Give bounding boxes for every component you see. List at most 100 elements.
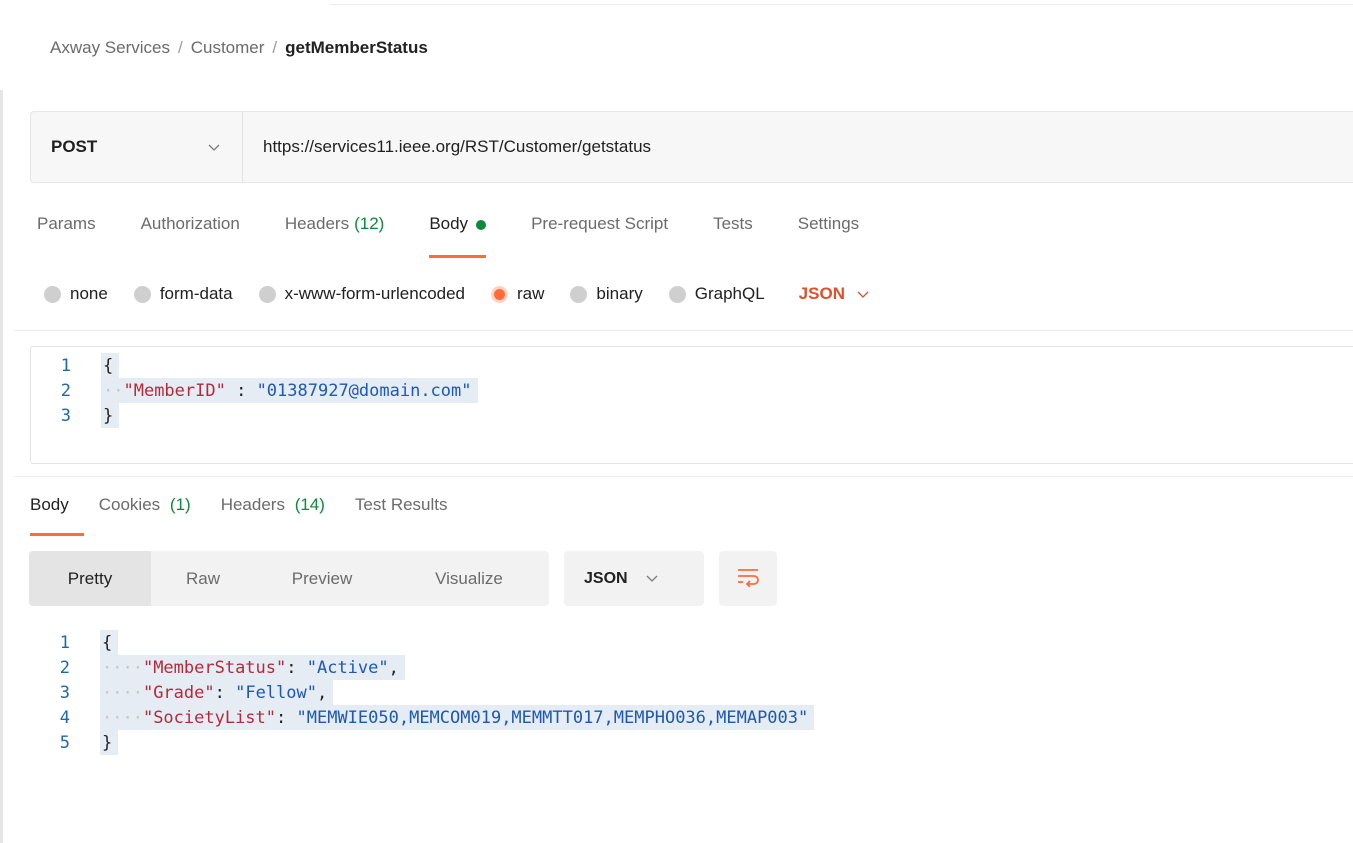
json-comma: ,: [388, 657, 399, 678]
dot-icon: [476, 220, 487, 230]
response-format-select[interactable]: JSON: [564, 551, 704, 606]
code-line: 1 {: [30, 630, 1330, 655]
json-key: "MemberID": [123, 380, 226, 401]
chevron-down-icon: [208, 140, 220, 155]
radio-label: x-www-form-urlencoded: [284, 284, 466, 303]
view-pretty-button[interactable]: Pretty: [29, 551, 151, 606]
tab-params[interactable]: Params: [37, 214, 96, 258]
radio-graphql[interactable]: GraphQL: [668, 284, 765, 304]
code-text: {: [101, 353, 120, 378]
breadcrumb-item-workspace[interactable]: Axway Services: [50, 38, 170, 58]
radio-icon: [133, 285, 151, 303]
code-line: 2 ·· "MemberID" : "01387927@domain.com": [31, 378, 1353, 403]
response-body-viewer[interactable]: 1 { 2 ···· "MemberStatus": "Active", 3 ··…: [30, 630, 1330, 755]
code-text: ·· "MemberID" : "01387927@domain.com": [101, 378, 478, 403]
view-visualize-button[interactable]: Visualize: [389, 551, 549, 606]
breadcrumb: Axway Services / Customer / getMemberSta…: [50, 38, 428, 58]
radio-label: none: [70, 284, 108, 303]
tab-label: Pre-request Script: [531, 214, 669, 233]
code-text: {: [100, 630, 119, 655]
tab-response-headers[interactable]: Headers (14): [221, 495, 325, 536]
tab-label: Body: [30, 495, 69, 514]
tab-test-results[interactable]: Test Results: [355, 495, 448, 536]
radio-icon: [44, 285, 61, 303]
radio-icon: [668, 285, 686, 303]
sidebar-edge: [0, 90, 4, 843]
radio-none[interactable]: none: [44, 284, 108, 304]
section-divider: [14, 476, 1353, 477]
tab-label: Headers: [284, 214, 350, 233]
tab-cookies[interactable]: Cookies (1): [99, 495, 191, 536]
radio-raw[interactable]: raw: [491, 284, 544, 304]
tab-label: Settings: [797, 214, 860, 233]
line-number: 3: [60, 405, 71, 426]
code-text: ···· "MemberStatus": "Active",: [100, 655, 405, 680]
view-preview-button[interactable]: Preview: [255, 551, 389, 606]
json-separator: :: [225, 380, 257, 401]
radio-icon: [570, 285, 588, 303]
body-language-select[interactable]: JSON: [799, 284, 869, 304]
code-line: 2 ···· "MemberStatus": "Active",: [30, 655, 1330, 680]
radio-label: raw: [517, 284, 545, 303]
tab-label: Params: [37, 214, 96, 233]
tab-headers[interactable]: Headers (12): [285, 214, 385, 258]
tab-tests[interactable]: Tests: [713, 214, 753, 258]
method-select[interactable]: POST: [31, 112, 243, 182]
radio-label: binary: [596, 284, 643, 303]
indent-guide: ····: [102, 707, 143, 728]
json-colon: :: [276, 707, 297, 728]
breadcrumb-item-folder[interactable]: Customer: [191, 38, 265, 58]
request-tabs: Params Authorization Headers (12) Body P…: [37, 214, 904, 258]
brace: {: [102, 632, 113, 653]
section-divider: [14, 330, 1353, 331]
request-name[interactable]: getMemberStatus: [285, 38, 428, 58]
tab-label: Test Results: [354, 495, 448, 514]
code-text: }: [100, 730, 119, 755]
tab-body[interactable]: Body: [429, 214, 487, 258]
json-value: "01387927@domain.com": [256, 380, 472, 401]
radio-label: form-data: [159, 284, 233, 303]
line-number: 3: [59, 682, 70, 703]
brace: }: [103, 405, 114, 426]
indent-guide: ··: [103, 380, 124, 401]
tab-response-body[interactable]: Body: [30, 495, 84, 536]
code-line: 5 }: [30, 730, 1330, 755]
tab-pre-request-script[interactable]: Pre-request Script: [531, 214, 668, 258]
indent-guide: ····: [102, 682, 143, 703]
cookies-count: (1): [169, 495, 191, 514]
tab-label: Tests: [713, 214, 753, 233]
brace: }: [102, 732, 113, 753]
url-input[interactable]: https://services11.ieee.org/RST/Customer…: [243, 112, 1353, 182]
json-colon: :: [286, 657, 307, 678]
line-number: 2: [59, 657, 70, 678]
radio-icon: [258, 285, 276, 303]
response-tabs: Body Cookies (1) Headers (14) Test Resul…: [30, 495, 478, 536]
code-line: 4 ···· "SocietyList": "MEMWIE050,MEMCOM01…: [30, 705, 1330, 730]
code-line: 1 {: [31, 353, 1353, 378]
radio-selected-icon: [491, 285, 509, 303]
code-text: }: [101, 403, 120, 428]
request-body-editor[interactable]: 1 { 2 ·· "MemberID" : "01387927@domain.co…: [30, 346, 1353, 464]
radio-form-data[interactable]: form-data: [133, 284, 233, 304]
radio-binary[interactable]: binary: [570, 284, 643, 304]
tab-label: Authorization: [140, 214, 240, 233]
radio-label: GraphQL: [694, 284, 765, 303]
indent-guide: ····: [102, 657, 143, 678]
wrap-lines-button[interactable]: [719, 551, 777, 606]
wrap-lines-icon: [735, 565, 761, 592]
tab-label: Body: [429, 214, 469, 233]
json-comma: ,: [316, 682, 328, 703]
code-text: ···· "SocietyList": "MEMWIE050,MEMCOM019,…: [100, 705, 815, 730]
json-value: "MEMWIE050,MEMCOM019,MEMMTT017,MEMPHO036…: [296, 707, 809, 728]
line-number: 5: [59, 732, 70, 753]
line-number: 2: [60, 380, 71, 401]
json-colon: :: [214, 682, 236, 703]
tab-authorization[interactable]: Authorization: [141, 214, 240, 258]
tab-settings[interactable]: Settings: [798, 214, 859, 258]
json-key: "SocietyList": [142, 707, 277, 728]
top-divider: [330, 4, 1353, 5]
radio-urlencoded[interactable]: x-www-form-urlencoded: [258, 284, 466, 304]
chevron-down-icon: [646, 571, 658, 586]
view-raw-button[interactable]: Raw: [151, 551, 255, 606]
code-line: 3 }: [31, 403, 1353, 428]
